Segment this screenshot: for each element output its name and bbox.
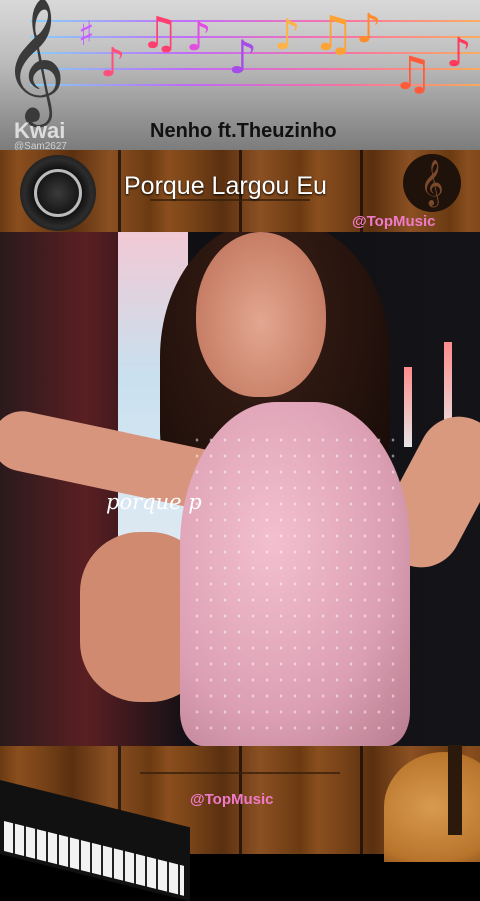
artist-name: Nenho ft.Theuzinho [150,120,337,142]
treble-clef-icon: 𝄞 [2,0,66,122]
channel-tag: @TopMusic [190,791,274,808]
video-frame[interactable]: porque p [0,232,480,746]
lyric-caption: porque p [106,490,202,514]
singer-face [196,232,326,397]
dress-sparkle [190,432,400,732]
song-title: Porque Largou Eu [124,172,327,200]
music-note-icon: ♪ [100,40,126,86]
music-note-icon: ♪ [186,14,212,60]
music-note-icon: ♫ [312,6,356,62]
music-note-icon: ♪ [446,30,472,76]
music-note-icon: ♫ [392,46,434,100]
music-note-icon: ♪ [274,10,301,59]
sharp-icon: ♯ [78,14,95,54]
user-watermark: @Sam2627 [14,141,67,150]
channel-tag: @TopMusic [352,213,436,230]
guitar-neck [448,745,462,835]
keyboard-keys [4,820,184,896]
music-note-icon: ♪ [228,30,258,84]
stage-light [404,367,412,447]
clef-disc-icon: 𝄞 [403,154,461,212]
music-note-icon: ♫ [140,8,180,59]
staff-line [30,20,480,22]
speaker-ring [34,169,82,217]
header-banner: 𝄞 ♯ ♪ ♫ ♪ ♪ ♪ ♫ ♪ ♫ ♪ Kwai @Sam2627 Nenh… [0,0,480,150]
heartbeat-line [140,772,340,774]
music-note-icon: ♪ [356,6,382,52]
speaker-icon [20,155,96,231]
